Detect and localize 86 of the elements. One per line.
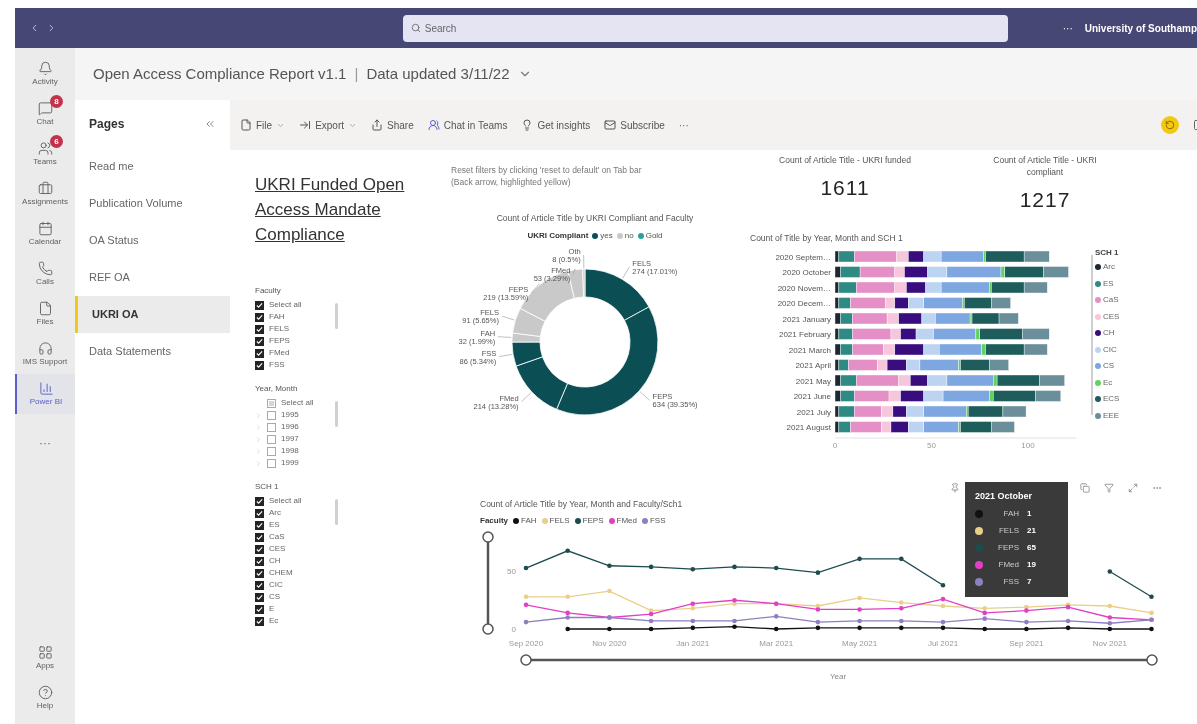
axis-label: 2021 February	[778, 329, 831, 339]
tick-label: Sep 2020	[508, 638, 544, 648]
axis-label: 2020 Novem…	[777, 283, 831, 293]
kpi-value: 1611	[820, 175, 870, 201]
tick-label: Nov 2021	[1092, 638, 1127, 648]
axis-label: 2021 January	[782, 314, 831, 324]
tick-label: 0	[511, 624, 516, 634]
tooltip-label: FELS	[998, 525, 1019, 537]
chart-title: Count of Article Title by UKRI Compliant and Faculty	[496, 212, 694, 225]
legend-label: FSS	[649, 514, 666, 527]
rail-label: Teams	[33, 157, 57, 167]
legend-title: Faculty	[480, 514, 508, 527]
tick-label: Jul 2021	[927, 638, 959, 648]
legend-label: CES	[1103, 310, 1120, 323]
rail-label: Files	[36, 317, 54, 327]
legend-label: FEPS	[582, 514, 604, 527]
tooltip-value: 7	[1027, 576, 1032, 588]
tick-label: May 2021	[842, 638, 878, 648]
chart-title: Count of Article Title by Year, Month and Faculty/Sch1	[480, 498, 684, 511]
kpi-value: 1217	[1019, 187, 1071, 213]
legend-label: ECS	[1103, 393, 1120, 405]
tick-label: 50	[507, 566, 516, 576]
tick-label: Jan 2021	[676, 638, 710, 648]
separator: |	[354, 63, 359, 84]
legend-label: Arc	[1103, 261, 1115, 273]
rail-label: Apps	[35, 661, 55, 671]
legend-label: yes	[600, 229, 613, 242]
rail-label: Help	[36, 701, 54, 711]
axis-label: 2021 August	[786, 422, 831, 432]
rail-label: Chat	[36, 117, 54, 127]
tooltip-label: FMed	[997, 559, 1019, 571]
kpi-label: Count of Article Title - UKRI funded	[778, 154, 912, 166]
rail-label: IMS Support	[22, 357, 68, 367]
legend-label: Ec	[1103, 376, 1113, 389]
axis-label: 2021 April	[795, 360, 831, 370]
axis-label: 2021 July	[796, 407, 831, 417]
legend-label: EEE	[1103, 409, 1119, 422]
axis-label: 2021 June	[793, 391, 831, 401]
legend-label: ES	[1103, 277, 1114, 290]
axis-label: 2021 March	[788, 345, 831, 355]
slicer-title: Faculty	[255, 285, 282, 297]
report-heading: UKRI Funded Open Access Mandate Compliance	[255, 174, 406, 246]
legend-label: FMed	[616, 514, 637, 527]
report-title: Open Access Compliance Report v1.1	[93, 63, 347, 84]
axis-label: 2020 Septem…	[775, 252, 831, 262]
legend-label: FELS	[549, 514, 570, 527]
legend-label: CS	[1103, 360, 1115, 372]
tooltip-label: FAH	[1002, 508, 1019, 520]
tooltip-title: 2021 October	[975, 490, 1034, 503]
axis-label: 2020 Decem…	[777, 298, 831, 308]
tick-label: 50	[927, 440, 936, 450]
legend-title: UKRI Compliant	[527, 229, 589, 242]
chart-title: Count of Title by Year, Month and SCH 1	[750, 232, 904, 245]
kpi-label: Count of Article Title - UKRI compliant	[992, 154, 1098, 178]
rail-label: Power BI	[29, 397, 63, 407]
axis-label: 2021 May	[795, 376, 831, 386]
tick-label: Nov 2020	[592, 638, 627, 648]
tooltip-value: 1	[1027, 508, 1032, 520]
instruction-text: Reset filters by clicking 'reset to default' on Tab bar (Back arrow, highlighted yellow)	[451, 164, 643, 188]
tick-label: Mar 2021	[759, 638, 794, 648]
slicer-title: Year, Month	[255, 383, 299, 395]
tooltip-value: 19	[1027, 559, 1036, 571]
panel-heading: Pages	[89, 116, 125, 133]
rail-label: Activity	[32, 77, 58, 87]
legend-label: CaS	[1103, 294, 1119, 306]
tooltip-label: FEPS	[997, 542, 1019, 554]
tooltip-value: 21	[1027, 525, 1036, 537]
tick-label: 100	[1021, 440, 1035, 450]
tick-label: 0	[832, 440, 838, 450]
notification-badge: 8	[50, 95, 63, 108]
legend-label: no	[624, 229, 634, 242]
notification-badge: 6	[50, 135, 63, 148]
tick-label: Sep 2021	[1009, 638, 1044, 648]
legend-label: CH	[1103, 327, 1115, 339]
tooltip-value: 65	[1027, 542, 1036, 554]
tooltip-label: FSS	[1002, 576, 1019, 588]
rail-label: Calendar	[28, 237, 62, 247]
legend-label: CIC	[1103, 343, 1117, 356]
slicer-title: SCH 1	[255, 481, 280, 493]
legend-label: Gold	[645, 229, 663, 242]
rail-label: Calls	[36, 277, 54, 287]
rail-label: Assignments	[22, 197, 68, 207]
legend-title: SCH 1	[1095, 246, 1120, 259]
axis-label: 2020 October	[782, 267, 831, 277]
axis-title: Year	[829, 671, 847, 681]
legend-label: FAH	[521, 514, 537, 527]
